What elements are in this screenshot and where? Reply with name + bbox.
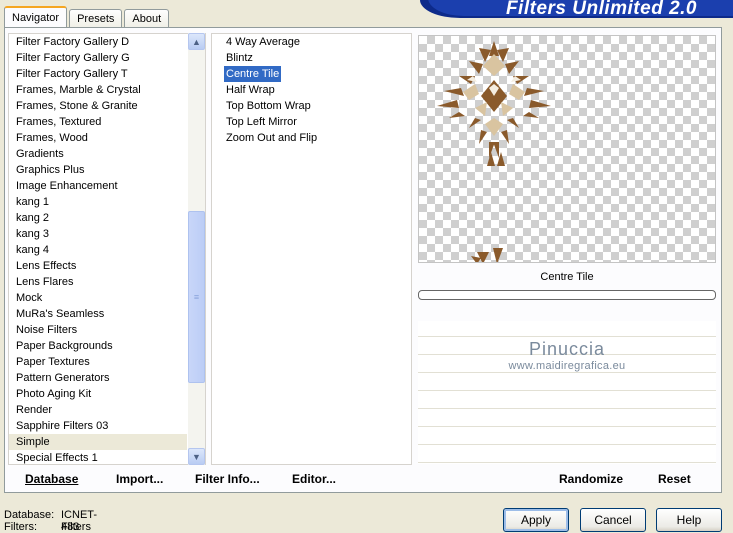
filters-label: Filters: bbox=[4, 521, 37, 533]
scroll-down-button[interactable]: ▼ bbox=[188, 448, 205, 465]
category-item[interactable]: Filter Factory Gallery G bbox=[9, 50, 130, 66]
tab-navigator[interactable]: Navigator bbox=[4, 6, 68, 28]
filters-count: 483 bbox=[61, 521, 80, 533]
cancel-button[interactable]: Cancel bbox=[580, 508, 646, 532]
category-item[interactable]: Frames, Marble & Crystal bbox=[9, 82, 141, 98]
filter-info-button[interactable]: Filter Info... bbox=[195, 472, 260, 486]
editor-button[interactable]: Editor... bbox=[292, 472, 336, 486]
scroll-up-button[interactable]: ▲ bbox=[188, 33, 205, 50]
category-item[interactable]: Paper Backgrounds bbox=[9, 338, 113, 354]
help-button[interactable]: Help bbox=[656, 508, 722, 532]
category-item[interactable]: Frames, Wood bbox=[9, 130, 88, 146]
category-item[interactable]: Pattern Generators bbox=[9, 370, 110, 386]
database-button[interactable]: Database bbox=[25, 472, 78, 486]
category-item[interactable]: Filter Factory Gallery T bbox=[9, 66, 128, 82]
category-scrollbar[interactable]: ▲ ≡ ▼ bbox=[188, 33, 205, 465]
watermark-url: www.maidiregrafica.eu bbox=[508, 360, 626, 372]
filter-item[interactable]: Half Wrap bbox=[224, 82, 277, 98]
category-item[interactable]: Simple bbox=[9, 434, 187, 450]
category-item[interactable]: kang 4 bbox=[9, 242, 49, 258]
category-item[interactable]: Photo Aging Kit bbox=[9, 386, 91, 402]
category-item[interactable]: Frames, Textured bbox=[9, 114, 101, 130]
category-item[interactable]: Mock bbox=[9, 290, 42, 306]
category-item[interactable]: MuRa's Seamless bbox=[9, 306, 104, 322]
database-label: Database: bbox=[4, 509, 55, 521]
watermark-name: Pinuccia bbox=[528, 339, 606, 359]
tab-about[interactable]: About bbox=[124, 9, 170, 28]
parameter-row bbox=[418, 393, 716, 409]
chevron-down-icon: ▼ bbox=[192, 451, 201, 462]
filter-item[interactable]: Centre Tile bbox=[224, 66, 282, 82]
filter-list[interactable]: 4 Way Average Blintz Centre Tile Half Wrap T… bbox=[211, 33, 412, 465]
chevron-up-icon: ▲ bbox=[192, 36, 201, 47]
category-item[interactable]: Filter Factory Gallery D bbox=[9, 34, 129, 50]
filter-item[interactable]: Top Bottom Wrap bbox=[224, 98, 313, 114]
category-item[interactable]: Image Enhancement bbox=[9, 178, 118, 194]
parameter-row bbox=[418, 375, 716, 391]
filter-item[interactable]: Blintz bbox=[224, 50, 255, 66]
category-item[interactable]: Gradients bbox=[9, 146, 64, 162]
grip-icon: ≡ bbox=[193, 292, 200, 302]
parameter-row bbox=[418, 321, 716, 337]
category-item[interactable]: Lens Effects bbox=[9, 258, 76, 274]
category-item[interactable]: Lens Flares bbox=[9, 274, 73, 290]
parameter-row bbox=[418, 447, 716, 463]
category-item[interactable]: Sapphire Filters 03 bbox=[9, 418, 108, 434]
tab-strip: Navigator Presets About bbox=[4, 6, 171, 28]
tab-presets[interactable]: Presets bbox=[69, 9, 123, 28]
category-item[interactable]: kang 1 bbox=[9, 194, 49, 210]
parameter-row bbox=[418, 411, 716, 427]
filter-item[interactable]: Top Left Mirror bbox=[224, 114, 299, 130]
category-item[interactable]: Special Effects 1 bbox=[9, 450, 98, 464]
reset-button[interactable]: Reset bbox=[658, 472, 691, 486]
category-item[interactable]: Paper Textures bbox=[9, 354, 90, 370]
progress-bar bbox=[418, 290, 716, 300]
filter-item[interactable]: Zoom Out and Flip bbox=[224, 130, 319, 146]
status-database: Database: ICNET-Filters bbox=[4, 509, 97, 533]
category-item[interactable]: Render bbox=[9, 402, 52, 418]
app-title: Filters Unlimited 2.0 bbox=[505, 0, 697, 18]
category-item[interactable]: kang 3 bbox=[9, 226, 49, 242]
filter-item[interactable]: 4 Way Average bbox=[224, 34, 302, 50]
scroll-thumb[interactable]: ≡ bbox=[188, 211, 205, 383]
category-item[interactable]: Noise Filters bbox=[9, 322, 77, 338]
current-filter-name: Centre Tile bbox=[540, 271, 594, 283]
app-title-banner: Filters Unlimited 2.0 bbox=[420, 0, 733, 18]
randomize-button[interactable]: Randomize bbox=[559, 472, 623, 486]
preview-image bbox=[418, 35, 716, 263]
tile-pattern-image bbox=[437, 41, 551, 262]
category-list[interactable]: Filter Factory Gallery D Filter Factory G… bbox=[8, 33, 206, 465]
parameter-row bbox=[418, 429, 716, 445]
category-item[interactable]: kang 2 bbox=[9, 210, 49, 226]
status-filters: Filters: 483 bbox=[4, 521, 79, 533]
category-item[interactable]: Graphics Plus bbox=[9, 162, 84, 178]
import-button[interactable]: Import... bbox=[116, 472, 163, 486]
category-item[interactable]: Frames, Stone & Granite bbox=[9, 98, 138, 114]
apply-button[interactable]: Apply bbox=[503, 508, 569, 532]
